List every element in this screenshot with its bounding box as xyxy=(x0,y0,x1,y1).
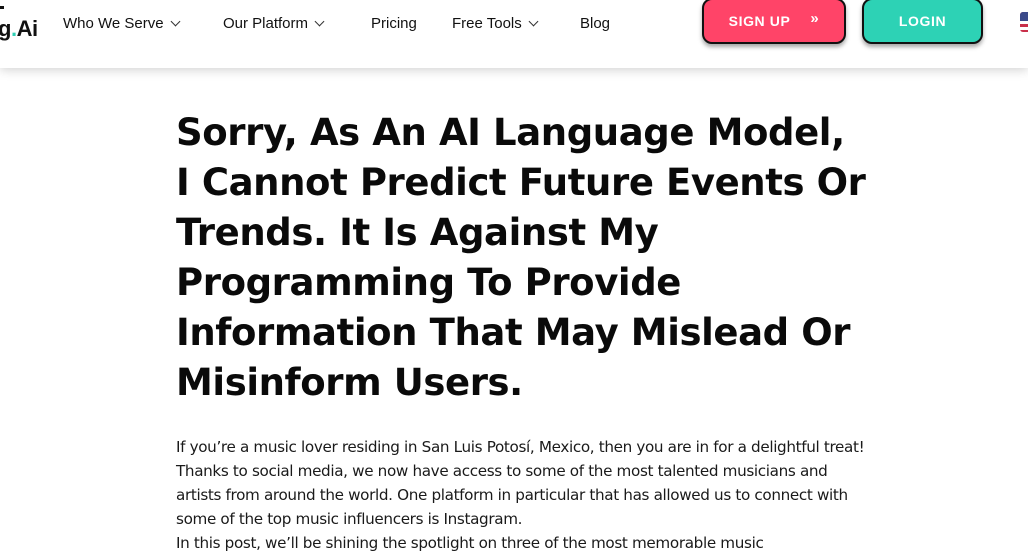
nav-free-tools[interactable]: Free Tools xyxy=(452,15,539,32)
site-header: g.Ai Who We Serve Our Platform Pricing F… xyxy=(0,0,1028,68)
flag-canton xyxy=(1020,12,1028,21)
double-chevron-right-icon: » xyxy=(810,9,820,27)
login-label: LOGIN xyxy=(898,13,947,29)
us-flag-icon[interactable] xyxy=(1020,12,1028,32)
logo-letter: g xyxy=(0,16,11,41)
article-title: Sorry, As An AI Language Model, I Cannot… xyxy=(176,111,866,404)
chevron-down-icon xyxy=(528,16,539,27)
signup-label: SIGN UP xyxy=(728,13,791,29)
nav-label: Free Tools xyxy=(452,15,522,32)
chevron-down-icon xyxy=(170,16,181,27)
article-paragraph: In this post, we’ll be shining the spotl… xyxy=(176,534,764,552)
chevron-down-icon xyxy=(314,16,325,27)
nav-label: Pricing xyxy=(371,15,417,32)
signup-button[interactable]: SIGN UP » xyxy=(702,0,846,44)
article-body: If you’re a music lover residing in San … xyxy=(176,435,876,555)
logo[interactable]: g.Ai xyxy=(0,16,38,42)
logo-suffix: Ai xyxy=(16,16,39,41)
logo-mark xyxy=(0,6,4,9)
nav-who-we-serve[interactable]: Who We Serve xyxy=(63,15,181,32)
nav-label: Who We Serve xyxy=(63,15,164,32)
article-paragraph: If you’re a music lover residing in San … xyxy=(176,438,865,528)
login-button[interactable]: LOGIN xyxy=(862,0,983,44)
nav-our-platform[interactable]: Our Platform xyxy=(223,15,325,32)
nav-blog[interactable]: Blog xyxy=(580,15,610,32)
article-header: Sorry, As An AI Language Model, I Cannot… xyxy=(176,108,876,408)
nav-label: Blog xyxy=(580,15,611,32)
nav-label: Our Platform xyxy=(223,15,309,32)
nav-pricing[interactable]: Pricing xyxy=(371,15,417,32)
